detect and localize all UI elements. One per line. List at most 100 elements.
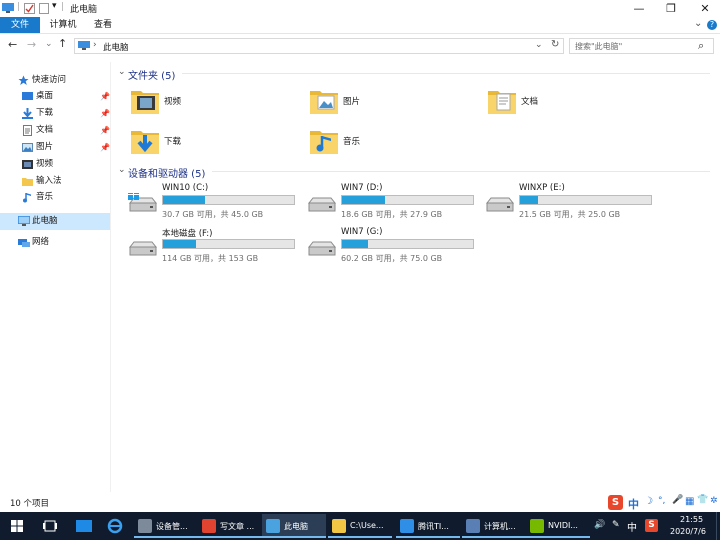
address-bar[interactable]: › 此电脑 ⌄ ↻ — [74, 38, 564, 54]
running-indicator — [328, 536, 392, 538]
sogou-tray-icon[interactable]: S — [645, 519, 658, 532]
moon-icon[interactable]: ☽ — [644, 496, 653, 507]
folder-item[interactable]: 文档 — [487, 86, 657, 120]
windows-start-icon[interactable] — [11, 520, 23, 532]
sidebar-item-document[interactable]: 文档 📌 — [0, 122, 110, 139]
window-title: 此电脑 — [70, 5, 98, 15]
history-dropdown-icon[interactable]: ⌄ — [45, 39, 53, 49]
new-folder-icon[interactable] — [39, 3, 49, 14]
sidebar-item-computer[interactable]: 此电脑 — [0, 213, 110, 230]
folder-item[interactable]: 视频 — [130, 86, 300, 120]
search-input[interactable]: 搜索"此电脑" ⌕ — [569, 38, 714, 54]
sidebar-item-music[interactable]: 音乐 — [0, 189, 110, 206]
sidebar-item-video[interactable]: 视频 — [0, 156, 110, 173]
app-icon — [266, 519, 280, 533]
action-center-icon[interactable] — [76, 520, 92, 532]
item-count: 10 个项目 — [10, 499, 50, 509]
running-indicator — [526, 536, 590, 538]
music-icon — [22, 192, 33, 203]
folders-header[interactable]: 文件夹 (5) — [128, 67, 175, 82]
taskbar-app[interactable]: NVIDI... — [526, 514, 590, 538]
drive-item[interactable]: 本地磁盘 (F:) 114 GB 可用，共 153 GB — [128, 227, 303, 265]
skin-icon[interactable]: 👕 — [697, 495, 708, 505]
minimize-button[interactable]: — — [624, 0, 654, 17]
keyboard-icon[interactable]: ▦ — [685, 496, 694, 507]
collapse-chevron-icon[interactable]: ⌄ — [118, 165, 126, 175]
properties-icon[interactable] — [24, 3, 35, 14]
taskbar-app[interactable]: 腾讯TI... — [396, 514, 460, 538]
breadcrumb-this-pc[interactable]: 此电脑 — [103, 41, 129, 53]
sidebar-item-picture[interactable]: 图片 📌 — [0, 139, 110, 156]
tab-file[interactable]: 文件 — [0, 17, 40, 33]
search-icon[interactable]: ⌕ — [698, 39, 704, 53]
address-dropdown-icon[interactable]: ⌄ — [535, 40, 543, 50]
show-desktop-button[interactable] — [716, 512, 720, 540]
ribbon-tabs: 文件 计算机 查看 ⌄ ? — [0, 17, 720, 34]
sidebar-item-network[interactable]: 网络 — [0, 234, 110, 251]
ribbon-toggle-icon[interactable]: ⌄ — [694, 18, 702, 29]
divider — [212, 171, 710, 172]
collapse-chevron-icon[interactable]: ⌄ — [118, 67, 126, 77]
tab-view[interactable]: 查看 — [86, 17, 120, 33]
running-indicator — [462, 536, 526, 538]
sidebar-item-folder[interactable]: 输入法 — [0, 173, 110, 190]
folder-label: 音乐 — [343, 137, 361, 147]
sidebar-item-desktop[interactable]: 桌面 📌 — [0, 88, 110, 105]
clock-time[interactable]: 21:55 — [680, 515, 703, 524]
drive-item[interactable]: WIN7 (G:) 60.2 GB 可用，共 75.0 GB — [307, 227, 482, 265]
sogou-logo-icon[interactable]: S — [608, 495, 623, 510]
folder-item[interactable]: 音乐 — [309, 126, 479, 160]
back-icon[interactable]: ← — [8, 38, 17, 51]
folder-icon — [487, 86, 517, 116]
folder-icon — [130, 86, 160, 116]
drive-item[interactable]: WINXP (E:) 21.5 GB 可用，共 25.0 GB — [485, 183, 660, 221]
drive-usage-fill — [163, 196, 205, 204]
drives-header[interactable]: 设备和驱动器 (5) — [128, 165, 205, 180]
volume-icon[interactable]: 🔊 — [594, 520, 605, 530]
running-indicator — [134, 536, 198, 538]
folder-item[interactable]: 下载 — [130, 126, 300, 160]
taskbar-app[interactable]: 设备管... — [134, 514, 198, 538]
ime-indicator[interactable]: 中 — [627, 519, 637, 534]
up-icon[interactable]: ↑ — [58, 37, 67, 50]
clock-date[interactable]: 2020/7/6 — [670, 527, 706, 536]
ime-lang-toggle[interactable]: 中 — [628, 496, 639, 512]
forward-icon[interactable]: → — [27, 38, 36, 51]
close-button[interactable]: ✕ — [690, 0, 720, 17]
folder-icon — [309, 126, 339, 156]
taskbar-app[interactable]: 此电脑 — [262, 514, 326, 538]
star-icon — [18, 75, 29, 86]
folder-icon — [130, 126, 160, 156]
sidebar-item-download[interactable]: 下载 📌 — [0, 105, 110, 122]
drive-item[interactable]: WIN7 (D:) 18.6 GB 可用，共 27.9 GB — [307, 183, 482, 221]
folder-label: 文档 — [521, 97, 539, 107]
ie-browser-icon[interactable] — [107, 518, 123, 534]
drive-icon — [485, 193, 515, 215]
app-label: NVIDI... — [548, 521, 578, 530]
taskbar-app[interactable]: 计算机... — [462, 514, 526, 538]
task-view-icon[interactable] — [43, 520, 57, 532]
sidebar-item-star[interactable]: 快速访问 — [0, 72, 110, 89]
help-icon[interactable]: ? — [707, 20, 717, 30]
app-label: C:\Use... — [350, 521, 384, 530]
picture-icon — [22, 142, 33, 153]
punctuation-icon[interactable]: °, — [658, 496, 665, 506]
tools-icon[interactable]: ✲ — [710, 496, 718, 506]
pin-icon: 📌 — [100, 109, 110, 118]
maximize-button[interactable]: ❐ — [656, 0, 686, 17]
refresh-icon[interactable]: ↻ — [551, 39, 559, 50]
qa-dropdown-icon[interactable]: ▾ — [52, 1, 57, 11]
tab-computer[interactable]: 计算机 — [42, 17, 84, 33]
drive-icon — [307, 237, 337, 259]
drive-usage-bar — [519, 195, 652, 205]
mic-icon[interactable]: 🎤 — [672, 495, 683, 505]
drive-item[interactable]: WIN10 (C:) 30.7 GB 可用，共 45.0 GB — [128, 183, 303, 221]
app-label: 写文章 ... — [220, 522, 255, 531]
pen-icon[interactable]: ✎ — [612, 520, 620, 530]
folder-item[interactable]: 图片 — [309, 86, 479, 120]
drives-grid: WIN10 (C:) 30.7 GB 可用，共 45.0 GB WIN7 (D:) 1… — [128, 183, 710, 273]
divider: | — [17, 2, 21, 12]
taskbar-app[interactable]: 写文章 ... — [198, 514, 262, 538]
drive-free-space: 18.6 GB 可用，共 27.9 GB — [341, 210, 443, 219]
taskbar-app[interactable]: C:\Use... — [328, 514, 392, 538]
